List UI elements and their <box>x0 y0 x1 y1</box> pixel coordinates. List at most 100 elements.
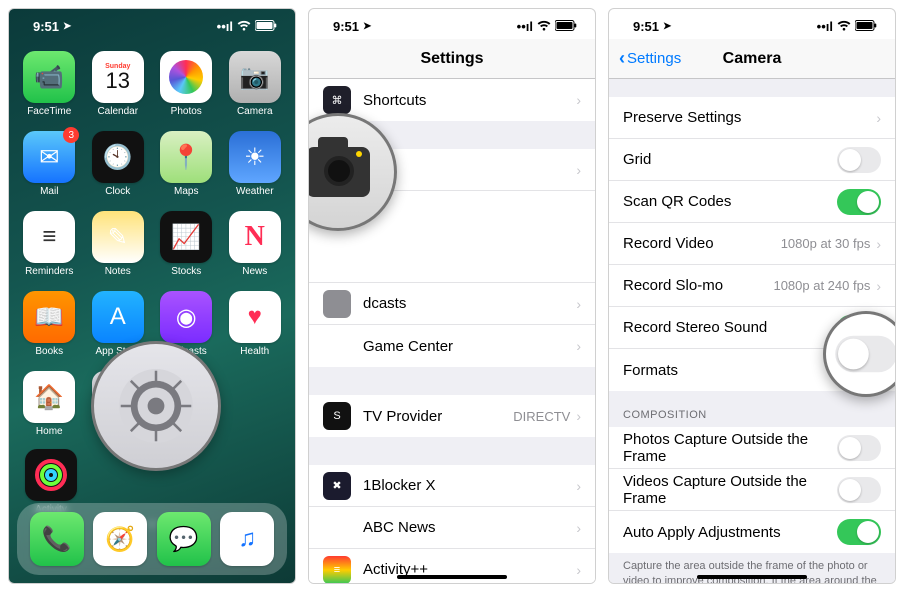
row-icon: abc <box>323 514 351 542</box>
app-books[interactable]: 📖Books <box>19 291 80 357</box>
app-label: Health <box>240 346 269 357</box>
badge: 3 <box>63 127 79 143</box>
podcasts-icon: ◉ <box>160 291 212 343</box>
chevron-right-icon: › <box>576 478 581 494</box>
toggle-switch[interactable] <box>837 477 881 503</box>
back-label: Settings <box>627 50 681 67</box>
app-label: Camera <box>237 106 273 117</box>
weather-icon: ☀︎ <box>229 131 281 183</box>
location-icon: ➤ <box>663 21 671 32</box>
row-label: Record Video <box>623 235 781 252</box>
toggle-switch[interactable] <box>837 147 881 173</box>
dock-phone[interactable]: 📞 <box>30 512 84 566</box>
toggle-switch[interactable] <box>835 336 896 372</box>
home-indicator[interactable] <box>397 575 507 579</box>
location-icon: ➤ <box>363 21 371 32</box>
location-icon: ➤ <box>63 21 71 32</box>
app-mail[interactable]: ✉︎3 Mail <box>19 131 80 197</box>
row-label: Record Stereo Sound <box>623 319 837 336</box>
phone-camera-settings: 9:51 ➤ ••ıl ‹ Settings Camera Preserve S… <box>608 8 896 584</box>
toggle-switch[interactable] <box>837 189 881 215</box>
app-reminders[interactable]: ≡ Reminders <box>19 211 80 277</box>
settings-row[interactable]: abc ABC News› <box>309 507 595 549</box>
facetime-icon: 📹 <box>23 51 75 103</box>
row-icon: ≡ <box>323 556 351 584</box>
settings-row[interactable]: ◐ Game Center› <box>309 325 595 367</box>
row-detail: DIRECTV <box>513 409 570 424</box>
clock-icon: 🕙 <box>92 131 144 183</box>
app-label: Calendar <box>97 106 138 117</box>
wifi-icon <box>837 19 851 34</box>
app-calendar[interactable]: Sunday13Calendar <box>88 51 149 117</box>
app-weather[interactable]: ☀︎Weather <box>225 131 286 197</box>
settings-row[interactable]: ✖1Blocker X› <box>309 465 595 507</box>
camera-row[interactable]: Auto Apply Adjustments <box>609 511 895 553</box>
back-button[interactable]: ‹ Settings <box>619 48 681 69</box>
status-time: 9:51 <box>633 19 659 34</box>
row-label: 1Blocker X <box>363 477 576 494</box>
chevron-right-icon: › <box>576 296 581 312</box>
row-label: Record Slo-mo <box>623 277 773 294</box>
row-label: Scan QR Codes <box>623 193 837 210</box>
camera-row[interactable]: Record Video1080p at 30 fps› <box>609 223 895 265</box>
news-icon: N <box>229 211 281 263</box>
row-icon: ◐ <box>323 332 351 360</box>
nav-header: Settings <box>309 39 595 79</box>
row-label: Shortcuts <box>363 92 576 109</box>
stocks-icon: 📈 <box>160 211 212 263</box>
chevron-right-icon: › <box>576 338 581 354</box>
app-label: News <box>242 266 267 277</box>
notes-icon: ✎ <box>92 211 144 263</box>
wifi-icon <box>237 19 251 34</box>
camera-row[interactable]: Photos Capture Outside the Frame <box>609 427 895 469</box>
camera-row[interactable]: Videos Capture Outside the Frame <box>609 469 895 511</box>
settings-row[interactable]: STV ProviderDIRECTV› <box>309 395 595 437</box>
app-label: Notes <box>105 266 131 277</box>
app-stocks[interactable]: 📈 Stocks <box>156 211 217 277</box>
app-camera[interactable]: 📷Camera <box>225 51 286 117</box>
app-label: FaceTime <box>27 106 71 117</box>
toggle-switch[interactable] <box>837 519 881 545</box>
camera-row[interactable]: Record Slo-mo1080p at 240 fps› <box>609 265 895 307</box>
signal-icon: ••ıl <box>817 19 833 34</box>
status-bar: 9:51 ➤ ••ıl <box>609 9 895 39</box>
row-label: Grid <box>623 151 837 168</box>
dock-music[interactable]: ♫ <box>220 512 274 566</box>
camera-row[interactable]: Preserve Settings› <box>609 97 895 139</box>
dock-messages[interactable]: 💬 <box>157 512 211 566</box>
camera-row[interactable]: Grid <box>609 139 895 181</box>
row-label: Game Center <box>363 338 576 355</box>
status-bar: 9:51 ➤ ••ıl <box>9 9 295 39</box>
photos-icon <box>160 51 212 103</box>
app-health[interactable]: ♥Health <box>225 291 286 357</box>
row-label: ABC News <box>363 519 576 536</box>
camera-row[interactable]: Scan QR Codes <box>609 181 895 223</box>
app-facetime[interactable]: 📹 FaceTime <box>19 51 80 117</box>
wifi-icon <box>537 19 551 34</box>
app-photos[interactable]: Photos <box>156 51 217 117</box>
app-label: Stocks <box>171 266 201 277</box>
app-home[interactable]: 🏠Home <box>19 371 80 437</box>
row-label: Preserve Settings <box>623 109 876 126</box>
chevron-right-icon: › <box>576 162 581 178</box>
mail-icon: ✉︎3 <box>23 131 75 183</box>
app-notes[interactable]: ✎ Notes <box>88 211 149 277</box>
app-clock[interactable]: 🕙Clock <box>88 131 149 197</box>
toggle-switch[interactable] <box>837 435 881 461</box>
signal-icon: ••ıl <box>517 19 533 34</box>
dock-safari[interactable]: 🧭 <box>93 512 147 566</box>
reminders-icon: ≡ <box>23 211 75 263</box>
row-label: Auto Apply Adjustments <box>623 524 837 541</box>
status-time: 9:51 <box>33 19 59 34</box>
chevron-right-icon: › <box>876 110 881 126</box>
app-label: Mail <box>40 186 58 197</box>
chevron-right-icon: › <box>576 520 581 536</box>
settings-row[interactable]: dcasts› <box>309 283 595 325</box>
home-indicator[interactable] <box>697 575 807 579</box>
app-maps[interactable]: 📍Maps <box>156 131 217 197</box>
app-label: Home <box>36 426 63 437</box>
row-detail: 1080p at 240 fps <box>773 278 870 293</box>
maps-icon: 📍 <box>160 131 212 183</box>
app-news[interactable]: N News <box>225 211 286 277</box>
app-label: Reminders <box>25 266 73 277</box>
